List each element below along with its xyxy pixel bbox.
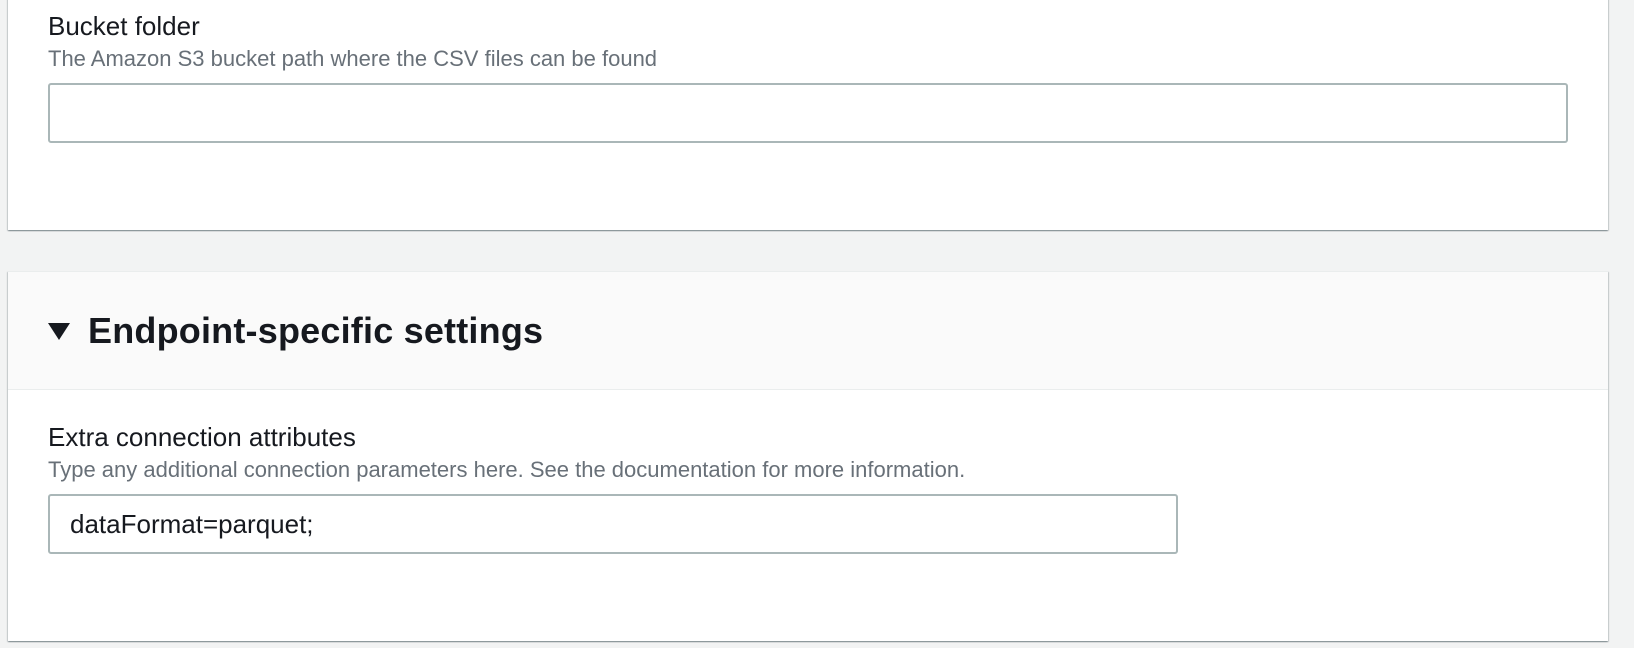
bucket-folder-field: Bucket folder The Amazon S3 bucket path … — [48, 11, 1568, 143]
extra-connection-attributes-field: Extra connection attributes Type any add… — [48, 422, 1568, 554]
extra-connection-attributes-label: Extra connection attributes — [48, 422, 356, 452]
bucket-folder-input[interactable] — [48, 83, 1568, 143]
extra-connection-attributes-description: Type any additional connection parameter… — [48, 457, 966, 482]
bucket-folder-label: Bucket folder — [48, 11, 200, 41]
bucket-folder-description: The Amazon S3 bucket path where the CSV … — [48, 46, 658, 71]
caret-down-icon[interactable] — [48, 323, 70, 340]
extra-connection-attributes-input[interactable] — [48, 494, 1178, 554]
endpoint-settings-panel: Endpoint-specific settings Extra connect… — [8, 271, 1608, 641]
bucket-folder-panel: Bucket folder The Amazon S3 bucket path … — [8, 0, 1608, 230]
endpoint-settings-title: Endpoint-specific settings — [88, 309, 544, 351]
endpoint-settings-header[interactable]: Endpoint-specific settings — [8, 272, 1608, 390]
